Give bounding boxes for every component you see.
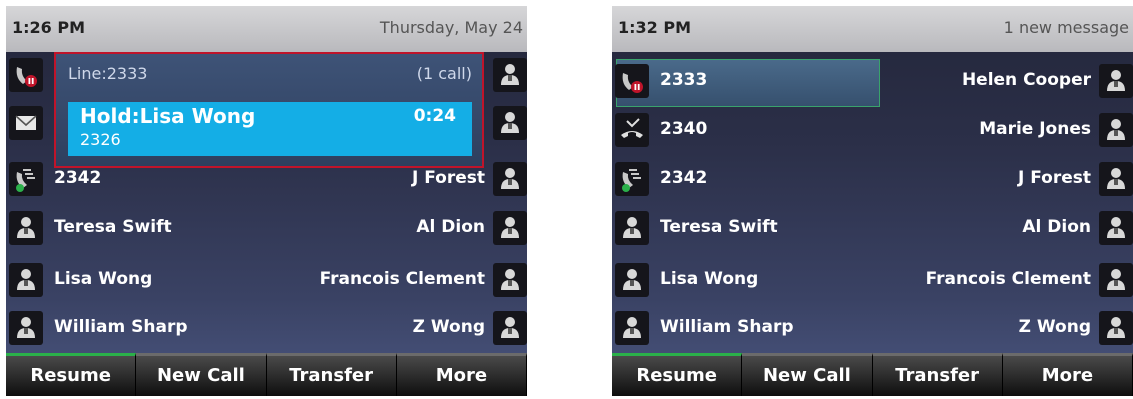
contact-icon[interactable] — [1099, 162, 1133, 196]
contact-icon[interactable] — [493, 58, 527, 92]
contact-icon[interactable] — [615, 263, 649, 297]
message-notice[interactable]: 1 new message — [1004, 18, 1129, 37]
resume-button[interactable]: Resume — [6, 353, 137, 396]
speed-dial-label[interactable]: Teresa Swift — [660, 217, 778, 237]
phone-screen-left: 1:26 PM Thursday, May 24 2342 J Forest T… — [6, 6, 527, 396]
contact-icon[interactable] — [1099, 211, 1133, 245]
speed-dial-label[interactable]: Lisa Wong — [660, 269, 758, 289]
speed-dial-label[interactable]: J Forest — [1018, 168, 1091, 188]
speed-dial-label[interactable]: Z Wong — [1019, 317, 1091, 337]
transfer-button[interactable]: Transfer — [872, 353, 1003, 396]
contact-icon[interactable] — [9, 263, 43, 297]
contact-icon[interactable] — [1099, 113, 1133, 147]
speed-dial-label[interactable]: Al Dion — [416, 217, 485, 237]
line-label[interactable]: 2333 — [660, 70, 707, 90]
contact-icon[interactable] — [493, 311, 527, 345]
speed-dial-label[interactable]: William Sharp — [660, 317, 794, 337]
speed-dial-label[interactable]: Helen Cooper — [962, 70, 1091, 90]
contact-icon[interactable] — [493, 162, 527, 196]
contact-icon[interactable] — [615, 211, 649, 245]
new-call-button[interactable]: New Call — [136, 353, 267, 396]
contact-icon[interactable] — [9, 211, 43, 245]
line-idle-icon — [615, 162, 649, 196]
line-label[interactable]: 2340 — [660, 119, 707, 139]
speed-dial-label[interactable]: Al Dion — [1022, 217, 1091, 237]
active-call-panel[interactable]: Line:2333 (1 call) Hold:Lisa Wong 0:24 2… — [54, 52, 484, 168]
more-button[interactable]: More — [396, 353, 527, 396]
contact-icon[interactable] — [615, 311, 649, 345]
contact-icon[interactable] — [493, 211, 527, 245]
transfer-button[interactable]: Transfer — [266, 353, 397, 396]
contact-icon[interactable] — [1099, 64, 1133, 98]
line-hold-icon[interactable] — [9, 58, 43, 92]
call-duration: 0:24 — [413, 106, 456, 126]
speed-dial-label[interactable]: Teresa Swift — [54, 217, 172, 237]
speed-dial-label[interactable]: Francois Clement — [320, 269, 485, 289]
envelope-icon[interactable] — [9, 106, 43, 140]
call-line-label: Line:2333 — [68, 64, 148, 83]
call-count: (1 call) — [416, 64, 472, 83]
held-caller-number: 2326 — [80, 130, 121, 149]
resume-button[interactable]: Resume — [612, 353, 743, 396]
line-key-row[interactable]: William Sharp Z Wong — [612, 305, 1133, 351]
contact-icon[interactable] — [9, 311, 43, 345]
contact-icon[interactable] — [493, 106, 527, 140]
status-bar: 1:32 PM 1 new message — [612, 6, 1133, 52]
line-key-row[interactable]: Teresa Swift Al Dion — [6, 205, 527, 251]
line-key-row[interactable]: 2333 Helen Cooper — [612, 58, 1133, 107]
line-key-row[interactable]: 2342 J Forest — [612, 156, 1133, 202]
line-label[interactable]: 2342 — [660, 168, 707, 188]
speed-dial-label[interactable]: William Sharp — [54, 317, 188, 337]
contact-icon[interactable] — [493, 263, 527, 297]
line-key-row[interactable]: Lisa Wong Francois Clement — [612, 257, 1133, 303]
clock: 1:32 PM — [618, 18, 692, 37]
line-key-row[interactable]: William Sharp Z Wong — [6, 305, 527, 351]
held-call[interactable]: Hold:Lisa Wong 0:24 2326 — [68, 102, 472, 156]
phone-screen-right: 1:32 PM 1 new message 2333 Helen Cooper … — [612, 6, 1133, 396]
line-hold-icon — [615, 64, 649, 98]
new-call-button[interactable]: New Call — [742, 353, 873, 396]
line-key-row[interactable]: 2340 Marie Jones — [612, 107, 1133, 153]
speed-dial-label[interactable]: Lisa Wong — [54, 269, 152, 289]
line-key-row[interactable]: Teresa Swift Al Dion — [612, 205, 1133, 251]
status-bar: 1:26 PM Thursday, May 24 — [6, 6, 527, 52]
contact-icon[interactable] — [1099, 311, 1133, 345]
speed-dial-label[interactable]: Marie Jones — [979, 119, 1091, 139]
clock: 1:26 PM — [12, 18, 86, 37]
contact-icon[interactable] — [1099, 263, 1133, 297]
line-idle-icon — [9, 162, 43, 196]
softkey-bar: Resume New Call Transfer More — [612, 353, 1133, 396]
date-label: Thursday, May 24 — [379, 18, 523, 37]
line-key-row[interactable]: Lisa Wong Francois Clement — [6, 257, 527, 303]
missed-call-icon — [615, 113, 649, 147]
speed-dial-label[interactable]: Francois Clement — [926, 269, 1091, 289]
speed-dial-label[interactable]: J Forest — [412, 168, 485, 188]
softkey-bar: Resume New Call Transfer More — [6, 353, 527, 396]
held-caller-name: Hold:Lisa Wong — [80, 104, 256, 128]
line-label[interactable]: 2342 — [54, 168, 101, 188]
selected-line-highlight — [616, 59, 880, 107]
more-button[interactable]: More — [1002, 353, 1133, 396]
speed-dial-label[interactable]: Z Wong — [413, 317, 485, 337]
